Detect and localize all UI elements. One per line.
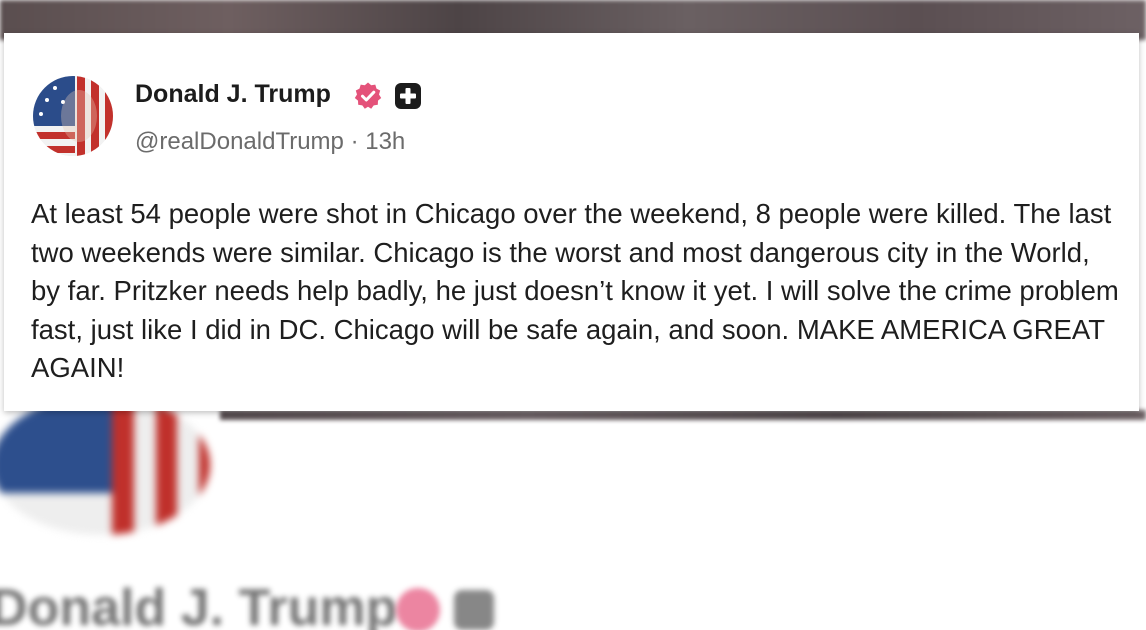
background-blur-strip <box>220 410 1146 420</box>
post-card: Donald J. Trump @realDonaldTrump · 13h A… <box>4 33 1139 411</box>
avatar[interactable] <box>33 76 113 156</box>
handle-timestamp-line: @realDonaldTrump · 13h <box>135 128 405 156</box>
handle[interactable]: @realDonaldTrump <box>135 128 344 155</box>
post-text: At least 54 people were shot in Chicago … <box>31 198 1119 383</box>
verified-badge-icon <box>354 82 382 109</box>
display-name[interactable]: Donald J. Trump <box>135 80 331 109</box>
background-avatar <box>0 395 210 535</box>
background-plus-icon <box>454 590 494 630</box>
timestamp[interactable]: 13h <box>365 128 405 155</box>
avatar-flag-image <box>33 76 113 156</box>
background-display-name: Donald J. Trump <box>0 579 398 630</box>
background-verified-icon <box>396 588 440 630</box>
plus-badge-icon <box>395 83 421 109</box>
separator: · <box>350 128 359 155</box>
